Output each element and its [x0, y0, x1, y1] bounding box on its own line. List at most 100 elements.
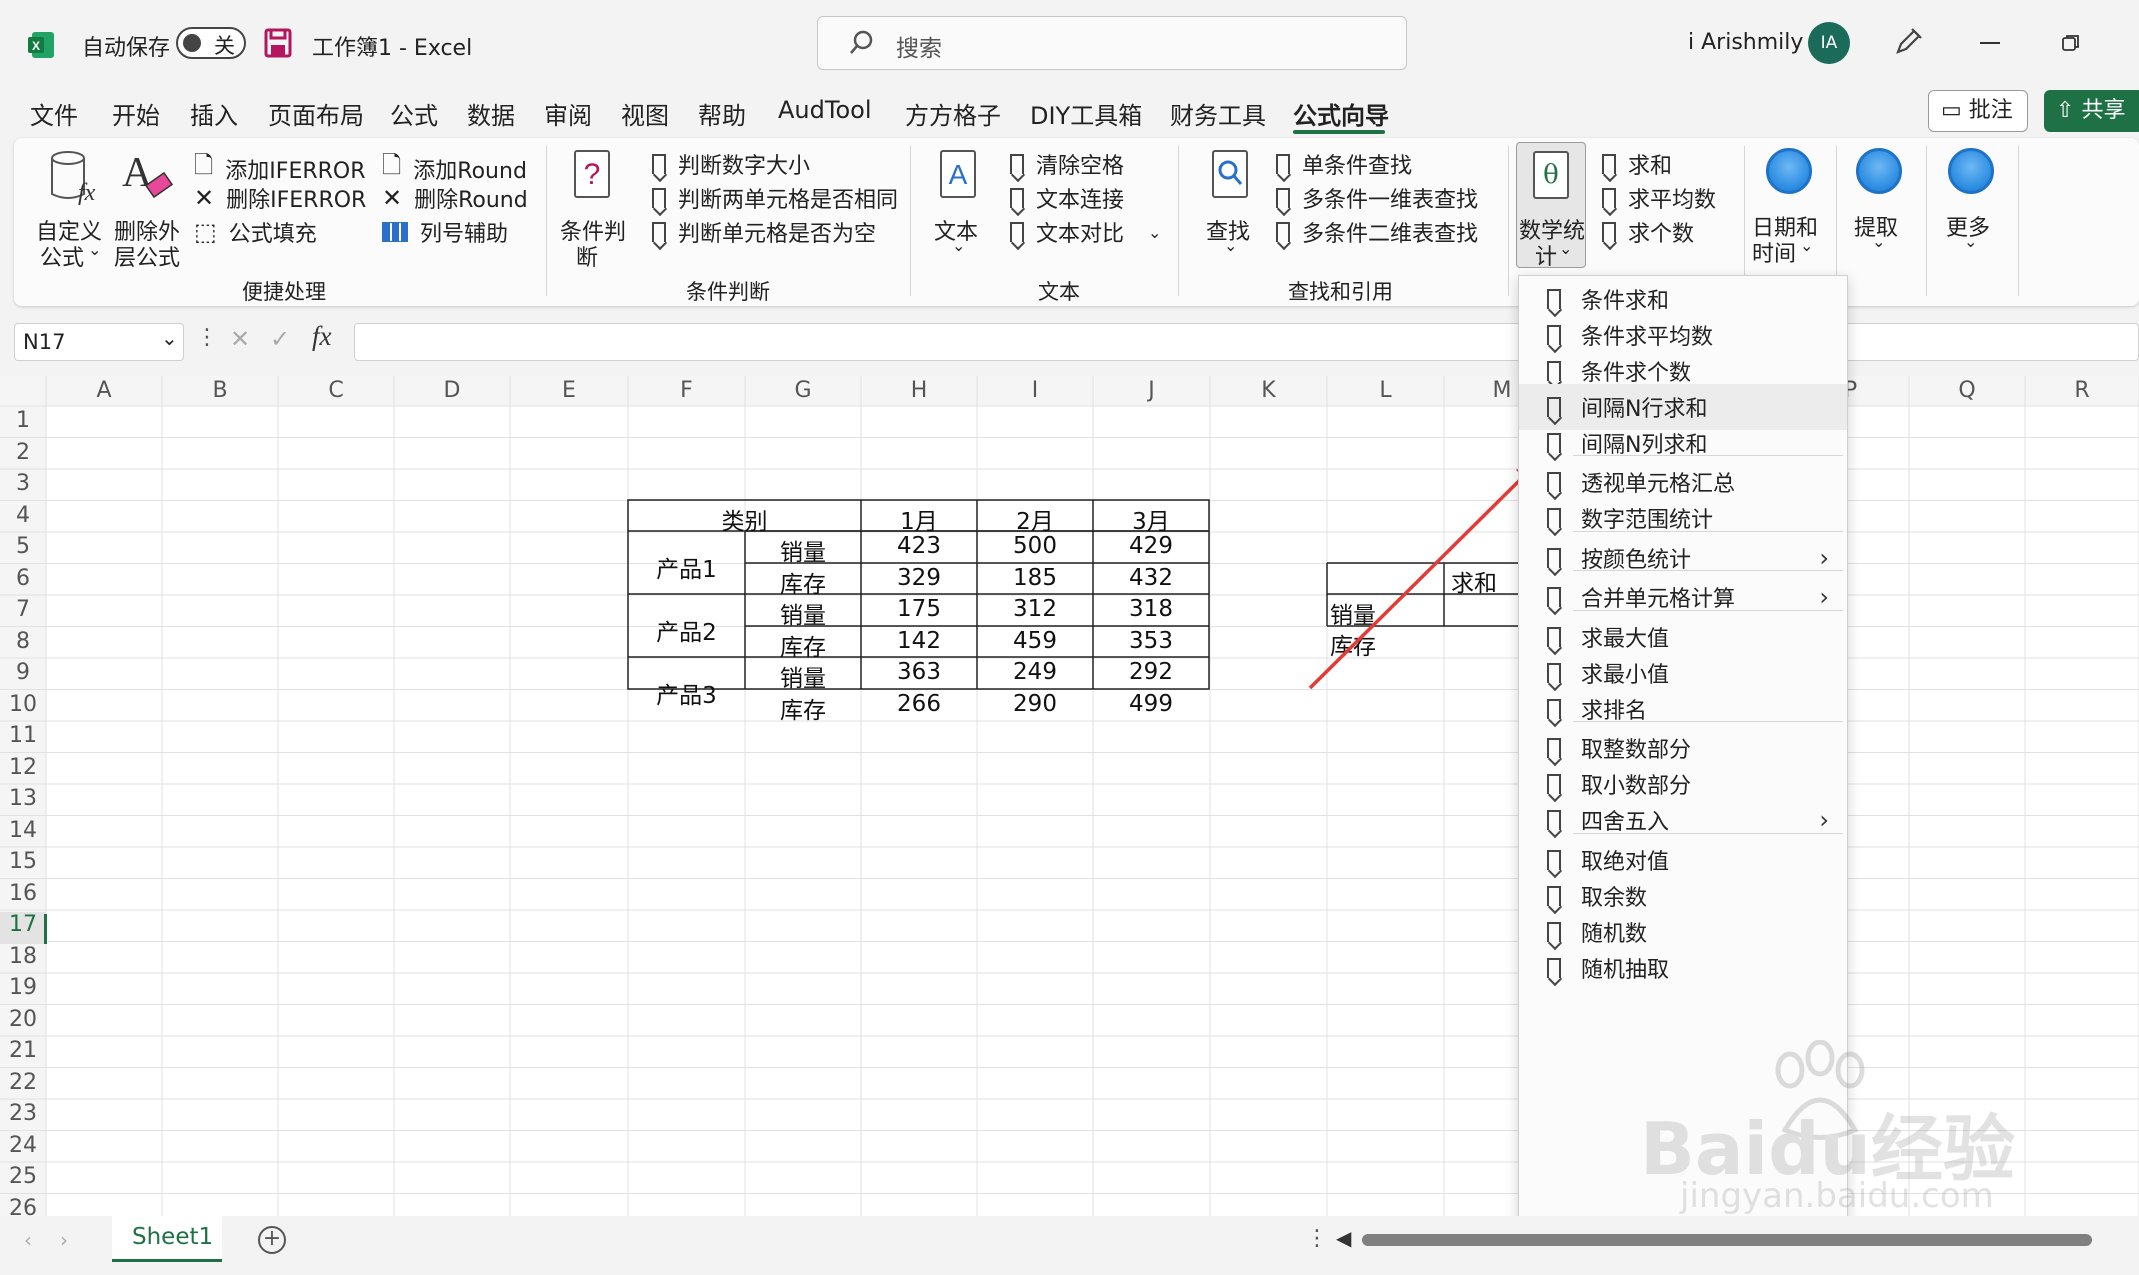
datetime-button[interactable]: 日期和 时间 ⌄ — [1750, 148, 1826, 268]
menu-item-audtool[interactable]: AudTool — [778, 96, 871, 124]
menu-item-formula-wizard[interactable]: 公式向导 — [1293, 96, 1389, 131]
math-stats-button[interactable]: θ 数学统 计 ⌄ — [1516, 142, 1586, 270]
table-cell[interactable]: 432 — [1093, 565, 1209, 591]
remove-outer-label-2: 层公式 — [114, 246, 181, 271]
summary-row-label: 库存 — [1330, 634, 1376, 660]
menu-item-review[interactable]: 审阅 — [544, 96, 592, 131]
menu-item-fangfang[interactable]: 方方格子 — [905, 96, 1001, 131]
formula-fill-button[interactable]: ⬚ 公式填充 — [194, 216, 317, 248]
remove-iferror-button[interactable]: ✕ 删除IFERROR — [194, 182, 366, 214]
text-compare-button[interactable]: 文本对比 ⌄ — [1010, 216, 1161, 248]
user-name: i Arishmily — [1688, 30, 1804, 55]
scroll-left-icon[interactable]: ‹ — [24, 1228, 32, 1252]
count-button[interactable]: 求个数 — [1602, 216, 1694, 248]
chevron-down-icon: ⌄ — [1224, 236, 1238, 255]
row-type-label: 销量 — [780, 666, 826, 692]
dropdown-item-label: 四舍五入 — [1581, 810, 1670, 835]
menu-item-formulas[interactable]: 公式 — [390, 96, 438, 131]
table-cell[interactable]: 423 — [861, 533, 977, 559]
add-sheet-icon[interactable]: + — [258, 1226, 286, 1254]
text-join-label: 文本连接 — [1036, 188, 1125, 213]
multi-1d-lookup-label: 多条件一维表查找 — [1302, 188, 1479, 213]
menu-item-file[interactable]: 文件 — [30, 96, 78, 131]
sheet-tab[interactable]: Sheet1 — [112, 1216, 222, 1262]
column-helper-button[interactable]: 列号辅助 — [382, 216, 508, 248]
horizontal-scrollbar[interactable] — [1362, 1234, 2092, 1246]
menu-item-page-layout[interactable]: 页面布局 — [268, 96, 364, 131]
menu-item-insert[interactable]: 插入 — [190, 96, 238, 131]
scroll-left-icon[interactable]: ◀ — [1336, 1226, 1351, 1250]
custom-formula-label-2: 公式 — [40, 246, 85, 271]
product-label: 产品1 — [656, 557, 717, 583]
bookmark-icon — [1547, 289, 1561, 309]
menu-item-home[interactable]: 开始 — [112, 96, 160, 131]
text-join-button[interactable]: 文本连接 — [1010, 182, 1124, 214]
menu-item-help[interactable]: 帮助 — [698, 96, 746, 131]
table-cell[interactable]: 459 — [977, 628, 1093, 654]
custom-formula-button[interactable]: fx 自定义 公式 ⌄ — [36, 148, 106, 271]
more-button[interactable]: 更多 ⌄ — [1942, 148, 2002, 268]
dropdown-item-label: 数字范围统计 — [1581, 508, 1714, 533]
table-cell[interactable]: 500 — [977, 533, 1093, 559]
table-cell[interactable]: 185 — [977, 565, 1093, 591]
sum-button[interactable]: 求和 — [1602, 148, 1672, 180]
lookup-button[interactable]: 查找 ⌄ — [1204, 148, 1266, 268]
menu-item-diy[interactable]: DIY工具箱 — [1030, 96, 1142, 131]
average-button[interactable]: 求平均数 — [1602, 182, 1716, 214]
table-cell[interactable]: 353 — [1093, 628, 1209, 654]
confirm-icon[interactable]: ✓ — [270, 325, 290, 353]
table-cell[interactable]: 499 — [1093, 691, 1209, 717]
save-icon[interactable] — [264, 28, 292, 58]
table-cell[interactable]: 363 — [861, 659, 977, 685]
table-cell[interactable]: 266 — [861, 691, 977, 717]
name-box[interactable]: N17 ⌄ — [14, 323, 184, 361]
pen-icon[interactable] — [1892, 26, 1924, 58]
dropdown-item-label: 随机抽取 — [1581, 958, 1670, 983]
dropdown-item[interactable]: 随机抽取 — [1519, 945, 1847, 991]
scroll-right-icon[interactable]: › — [60, 1228, 68, 1252]
dropdown-item-label: 条件求个数 — [1581, 361, 1692, 386]
menu-item-finance[interactable]: 财务工具 — [1170, 96, 1266, 131]
judge-two-cells-button[interactable]: 判断两单元格是否相同 — [652, 182, 898, 214]
remove-round-button[interactable]: ✕ 删除Round — [382, 182, 528, 214]
table-cell[interactable]: 318 — [1093, 596, 1209, 622]
extract-button[interactable]: 提取 ⌄ — [1850, 148, 1910, 268]
single-condition-lookup-button[interactable]: 单条件查找 — [1276, 148, 1412, 180]
table-cell[interactable]: 142 — [861, 628, 977, 654]
question-book-icon: ? — [572, 148, 612, 202]
table-cell[interactable]: 249 — [977, 659, 1093, 685]
search-box[interactable]: 搜索 — [817, 16, 1407, 70]
table-cell[interactable]: 429 — [1093, 533, 1209, 559]
condition-judge-button[interactable]: ? 条件判 断 — [560, 148, 634, 271]
table-cell[interactable]: 292 — [1093, 659, 1209, 685]
multi-1d-lookup-button[interactable]: 多条件一维表查找 — [1276, 182, 1478, 214]
menu-item-data[interactable]: 数据 — [467, 96, 515, 131]
datetime-icon — [1766, 148, 1812, 194]
restore-icon[interactable] — [2062, 34, 2080, 52]
judge-number-size-button[interactable]: 判断数字大小 — [652, 148, 810, 180]
more-options-icon[interactable]: ⋮ — [196, 325, 218, 350]
cancel-icon[interactable]: ✕ — [230, 325, 250, 353]
share-button[interactable]: ⇧ 共享 — [2044, 90, 2139, 132]
autosave-toggle[interactable]: 关 — [176, 27, 246, 59]
judge-cell-empty-button[interactable]: 判断单元格是否为空 — [652, 216, 876, 248]
clear-spaces-button[interactable]: 清除空格 — [1010, 148, 1124, 180]
math-stats-label-2: 计 — [1535, 245, 1558, 270]
table-cell[interactable]: 312 — [977, 596, 1093, 622]
comment-button[interactable]: ▭ 批注 — [1928, 90, 2028, 132]
table-cell[interactable]: 290 — [977, 691, 1093, 717]
remove-outer-formula-button[interactable]: A 删除外 层公式 — [114, 148, 186, 271]
bookmark-icon — [652, 154, 666, 174]
more-options-icon[interactable]: ⋮ — [1306, 1226, 1328, 1251]
insert-function-icon[interactable]: fx — [312, 321, 332, 352]
summary-row-label: 销量 — [1330, 603, 1376, 629]
menu-item-view[interactable]: 视图 — [621, 96, 669, 131]
table-cell[interactable]: 175 — [861, 596, 977, 622]
formula-input[interactable] — [354, 323, 2139, 361]
minimize-icon[interactable] — [1980, 42, 2000, 44]
table-cell[interactable]: 329 — [861, 565, 977, 591]
multi-2d-lookup-button[interactable]: 多条件二维表查找 — [1276, 216, 1478, 248]
add-iferror-label: 添加IFERROR — [225, 158, 366, 184]
avatar[interactable]: IA — [1808, 22, 1850, 64]
text-button[interactable]: A 文本 ⌄ — [932, 148, 994, 268]
